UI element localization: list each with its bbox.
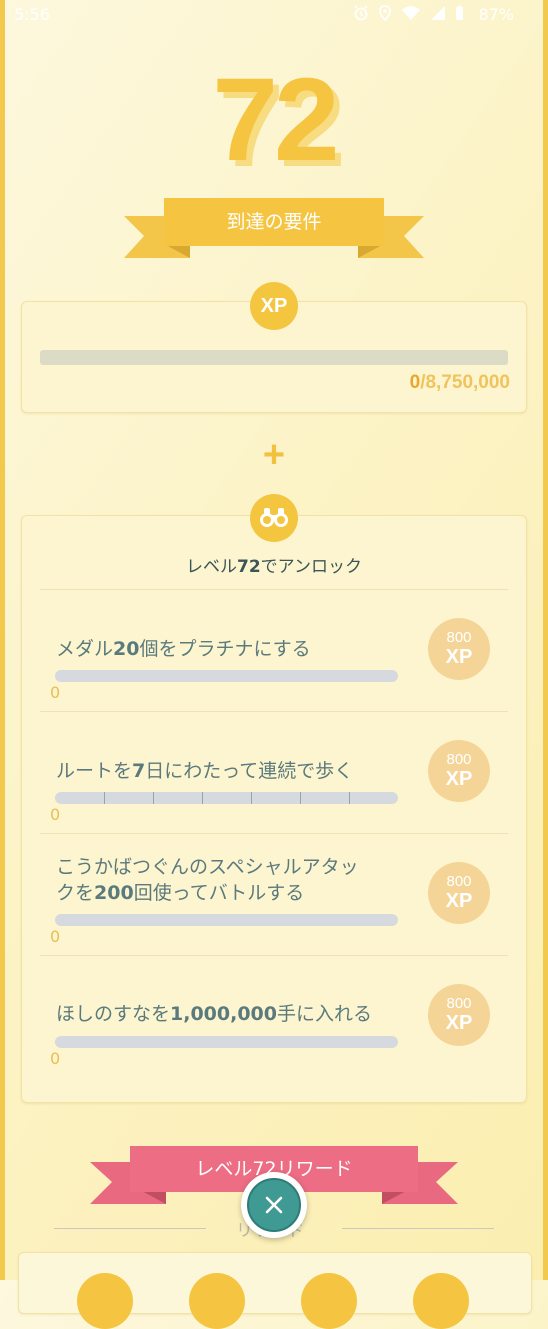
task-3-title: こうかばつぐんのスペシャルアタッ クを200回使ってバトルする: [56, 856, 359, 904]
battery-icon: [456, 5, 463, 20]
frame-left: [0, 0, 5, 1280]
task-1-reward-badge: 800 XP: [428, 618, 490, 680]
task-3-progress: 0: [50, 927, 61, 946]
requirements-ribbon: 到達の要件: [124, 196, 424, 260]
xp-target: /8,750,000: [420, 372, 510, 393]
progress-segment-tick: [153, 792, 154, 804]
task-1-progress-bar: [55, 670, 398, 682]
xp-progress-bar: [40, 350, 508, 365]
task-3-reward-badge: 800 XP: [428, 862, 490, 924]
divider: [40, 711, 508, 712]
close-button-inner: [247, 1178, 301, 1232]
reward-item[interactable]: [301, 1273, 357, 1329]
progress-segment-tick: [349, 792, 350, 804]
task-1-title: メダル20個をプラチナにする: [56, 638, 311, 660]
progress-segment-tick: [104, 792, 105, 804]
task-4-title: ほしのすなを1,000,000手に入れる: [56, 1003, 373, 1025]
task-4-progress-bar: [55, 1036, 398, 1048]
unlock-badge: [250, 494, 298, 542]
rewards-card: [18, 1252, 532, 1329]
task-2-title: ルートを7日にわたって連続で歩く: [56, 760, 354, 782]
unlock-title-suffix: でアンロック: [260, 557, 362, 577]
progress-segment-tick: [202, 792, 203, 804]
reward-item[interactable]: [413, 1273, 469, 1329]
signal-icon: [431, 6, 445, 20]
reward-item[interactable]: [77, 1273, 133, 1329]
divider: [40, 955, 508, 956]
close-button[interactable]: [241, 1172, 307, 1238]
divider: [40, 589, 508, 590]
alarm-icon: [354, 5, 368, 21]
progress-segment-tick: [251, 792, 252, 804]
task-1-progress: 0: [50, 683, 61, 702]
plus-sign: +: [262, 434, 286, 476]
unlock-title-level: 72: [237, 557, 261, 577]
task-4-reward-badge: 800 XP: [428, 984, 490, 1046]
divider: [40, 833, 508, 834]
level-number: 72: [212, 54, 339, 186]
status-icons: [353, 5, 464, 21]
battery-percent: 87%: [478, 5, 514, 24]
task-2-progress: 0: [50, 805, 61, 824]
progress-segment-tick: [300, 792, 301, 804]
divider: [54, 1228, 206, 1229]
task-4-progress: 0: [50, 1049, 61, 1068]
frame-right: [543, 0, 548, 1280]
binoculars-icon: [260, 508, 288, 527]
xp-progress-text: 0/8,750,000: [410, 372, 510, 394]
task-2-reward-badge: 800 XP: [428, 740, 490, 802]
unlock-title: レベル72でアンロック: [22, 552, 526, 577]
unlock-title-prefix: レベル: [186, 557, 237, 577]
close-icon: [265, 1196, 283, 1214]
divider: [342, 1228, 494, 1229]
xp-current: 0: [409, 372, 421, 393]
task-3-progress-bar: [55, 914, 398, 926]
xp-badge: XP: [250, 282, 298, 330]
wifi-icon: [402, 6, 420, 20]
task-2-progress-bar: [55, 792, 398, 804]
reward-item[interactable]: [189, 1273, 245, 1329]
requirements-title: 到達の要件: [164, 198, 384, 246]
unlock-card: レベル72でアンロック メダル20個をプラチナにする 0 800 XP ルートを7…: [21, 515, 527, 1103]
status-time: 5:56: [14, 5, 50, 24]
status-bar: 5:56 87%: [0, 0, 548, 30]
location-icon: [379, 5, 391, 21]
